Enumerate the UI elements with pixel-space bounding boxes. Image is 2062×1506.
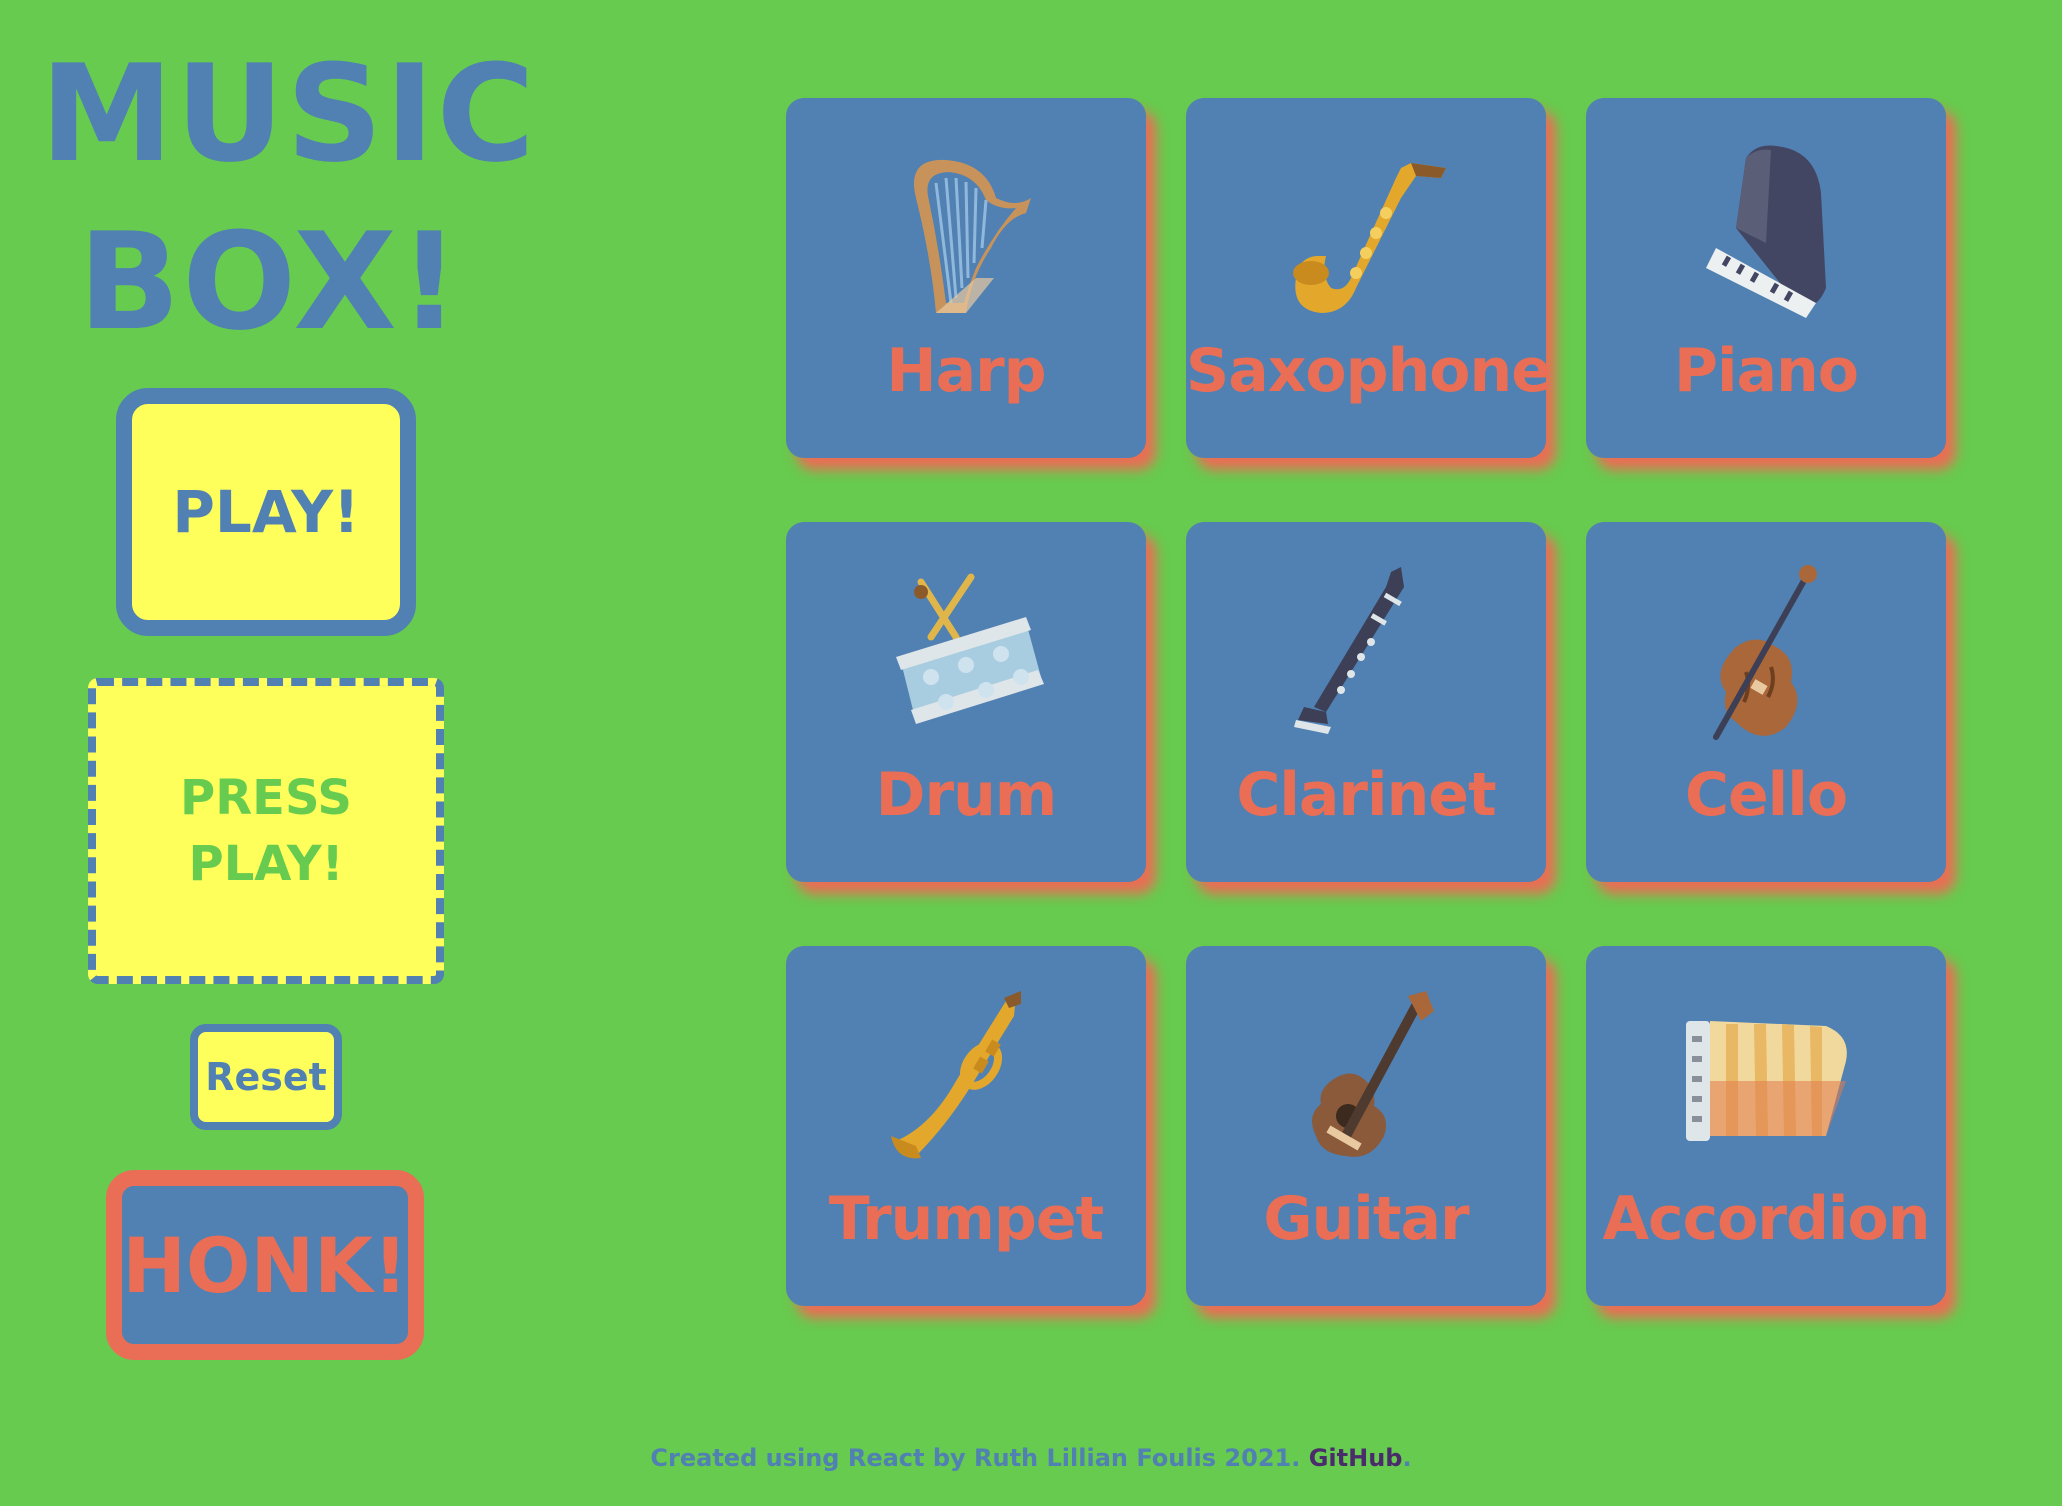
title-line-2: BOX! bbox=[78, 204, 462, 360]
saxophone-icon bbox=[1293, 163, 1446, 313]
instrument-card-cello[interactable]: Cello bbox=[1586, 522, 1946, 882]
play-button[interactable]: PLAY! bbox=[116, 388, 416, 636]
instrument-label: Clarinet bbox=[1236, 760, 1496, 830]
reset-button[interactable]: Reset bbox=[190, 1024, 342, 1130]
app-title: MUSIC BOX! bbox=[40, 30, 537, 366]
instrument-card-clarinet[interactable]: Clarinet bbox=[1186, 522, 1546, 882]
footer-credit: Created using React by Ruth Lillian Foul… bbox=[650, 1444, 1301, 1472]
footer: Created using React by Ruth Lillian Foul… bbox=[0, 1444, 2062, 1472]
instrument-label: Trumpet bbox=[828, 1184, 1104, 1254]
instrument-card-saxophone[interactable]: Saxophone bbox=[1186, 98, 1552, 458]
instrument-card-drum[interactable]: Drum bbox=[786, 522, 1146, 882]
accordion-icon bbox=[1686, 1021, 1847, 1141]
harp-icon bbox=[914, 159, 1031, 313]
instrument-label: Cello bbox=[1684, 760, 1848, 830]
github-link[interactable]: GitHub bbox=[1309, 1444, 1403, 1472]
status-line-1: PRESS bbox=[180, 770, 352, 826]
instrument-label: Harp bbox=[886, 336, 1046, 406]
instrument-card-trumpet[interactable]: Trumpet bbox=[786, 946, 1146, 1306]
instrument-card-piano[interactable]: Piano bbox=[1586, 98, 1946, 458]
clarinet-icon bbox=[1294, 567, 1404, 734]
instrument-label: Piano bbox=[1674, 336, 1859, 406]
instrument-grid: Harp Saxophone Piano Drum Clarinet Cello… bbox=[786, 98, 1946, 1308]
instrument-label: Accordion bbox=[1602, 1184, 1931, 1254]
guitar-icon bbox=[1312, 991, 1434, 1157]
trumpet-icon bbox=[891, 991, 1021, 1159]
drum-icon bbox=[896, 573, 1044, 724]
footer-period: . bbox=[1402, 1444, 1412, 1472]
instrument-card-guitar[interactable]: Guitar bbox=[1186, 946, 1546, 1306]
title-line-1: MUSIC bbox=[40, 36, 537, 192]
instrument-label: Guitar bbox=[1263, 1184, 1469, 1254]
instrument-label: Drum bbox=[875, 760, 1058, 830]
instrument-card-harp[interactable]: Harp bbox=[786, 98, 1146, 458]
status-line-2: PLAY! bbox=[188, 836, 344, 892]
status-display: PRESS PLAY! bbox=[88, 678, 444, 984]
instrument-card-accordion[interactable]: Accordion bbox=[1586, 946, 1946, 1306]
piano-icon bbox=[1706, 145, 1826, 318]
honk-button[interactable]: HONK! bbox=[106, 1170, 424, 1360]
cello-icon bbox=[1713, 565, 1817, 740]
instrument-label: Saxophone bbox=[1186, 336, 1552, 406]
